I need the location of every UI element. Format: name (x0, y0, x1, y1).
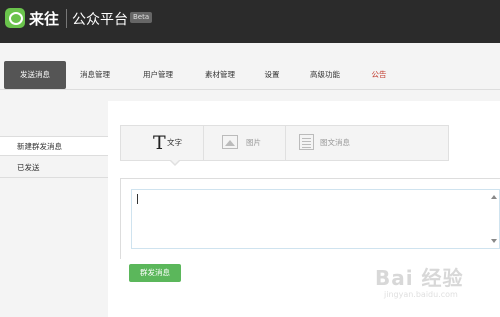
active-tab-pointer (169, 159, 181, 166)
logo-divider (66, 9, 67, 28)
nav-settings[interactable]: 设置 (260, 61, 284, 89)
tab-text[interactable]: 文字 (167, 126, 182, 160)
scroll-up-icon[interactable] (491, 195, 497, 199)
image-icon (222, 135, 238, 149)
beta-badge: Beta (130, 12, 153, 23)
sidebar-item-sent[interactable]: 已发送 (0, 158, 108, 178)
scroll-down-icon[interactable] (491, 239, 497, 243)
tab-news[interactable]: 图文消息 (320, 126, 350, 160)
news-icon (299, 134, 314, 150)
nav-send-message[interactable]: 发送消息 (4, 61, 66, 89)
text-cursor (137, 194, 138, 204)
sidebar-item-new-broadcast[interactable]: 新建群发消息 (0, 136, 109, 156)
broadcast-send-button[interactable]: 群发消息 (129, 264, 181, 282)
top-header: 来往 公众平台 Beta (0, 0, 500, 43)
nav-message-management[interactable]: 消息管理 (75, 61, 115, 89)
editor-area (120, 178, 500, 259)
tab-divider (285, 126, 286, 160)
nav-advanced-features[interactable]: 高级功能 (305, 61, 345, 89)
message-text-input[interactable] (131, 189, 500, 249)
tab-divider (203, 126, 204, 160)
left-sidebar: 新建群发消息 已发送 (0, 101, 109, 317)
brand-name: 来往 (29, 10, 60, 28)
main-nav: 发送消息 消息管理 用户管理 素材管理 设置 高级功能 公告 (0, 61, 500, 90)
text-T-icon: T (153, 132, 166, 154)
nav-material-management[interactable]: 素材管理 (199, 61, 241, 89)
platform-title: 公众平台 (72, 12, 128, 28)
nav-announcement[interactable]: 公告 (367, 61, 391, 89)
nav-user-management[interactable]: 用户管理 (137, 61, 179, 89)
laiwang-logo-icon (5, 8, 25, 28)
message-type-tabs: T 文字 图片 图文消息 (120, 125, 449, 166)
tab-image[interactable]: 图片 (246, 126, 261, 160)
baidu-watermark: Bai 经验 (375, 266, 464, 290)
watermark-url: jingyan.baidu.com (384, 290, 458, 299)
